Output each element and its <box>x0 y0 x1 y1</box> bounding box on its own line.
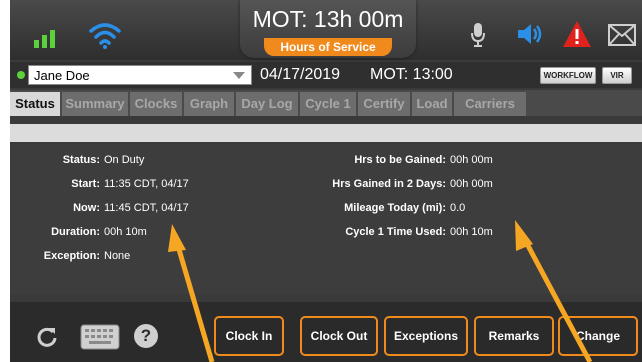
mot-value: MOT: 13:00 <box>370 66 453 83</box>
hrs-gained-2-days-label: Hrs Gained in 2 Days: <box>332 178 446 190</box>
mot-title: MOT: 13h 00m <box>252 6 404 32</box>
mileage-today-value: 0.0 <box>450 202 466 214</box>
mot-header: MOT: 13h 00m Hours of Service <box>240 0 416 58</box>
log-date: 04/17/2019 <box>260 66 341 83</box>
exception-label: Exception: <box>43 250 100 262</box>
cycle-1-time-used-label: Cycle 1 Time Used: <box>345 226 446 238</box>
duration-value: 00h 10m <box>104 226 147 238</box>
tab-clocks[interactable]: Clocks <box>130 92 182 116</box>
tab-bar: Status Summary Clocks Graph Day Log Cycl… <box>10 90 642 116</box>
driver-select[interactable]: Jane Doe <box>28 65 252 85</box>
exceptions-button[interactable]: Exceptions <box>384 316 468 356</box>
help-icon[interactable]: ? <box>134 324 158 348</box>
tab-load[interactable]: Load <box>412 92 452 116</box>
remarks-button[interactable]: Remarks <box>474 316 554 356</box>
start-label: Start: <box>71 178 100 190</box>
alert-triangle-icon[interactable] <box>562 20 592 48</box>
refresh-icon[interactable] <box>36 326 58 348</box>
now-value: 11:45 CDT, 04/17 <box>104 202 189 214</box>
top-status-bar: MOT: 13h 00m Hours of Service <box>10 0 642 60</box>
hrs-to-be-gained-value: 00h 00m <box>450 154 493 166</box>
status-panel: Status: On Duty Start: 11:35 CDT, 04/17 … <box>10 144 642 294</box>
clock-out-button[interactable]: Clock Out <box>300 316 378 356</box>
tab-graph[interactable]: Graph <box>184 92 234 116</box>
hours-of-service-tab[interactable]: Hours of Service <box>264 38 392 56</box>
chevron-down-icon <box>233 72 245 79</box>
keyboard-icon[interactable] <box>80 324 120 350</box>
speaker-icon[interactable] <box>516 22 544 46</box>
clock-in-button[interactable]: Clock In <box>214 316 284 356</box>
driver-row: Jane Doe 04/17/2019 MOT: 13:00 WORKFLOW … <box>10 62 642 88</box>
cycle-1-time-used-value: 00h 10m <box>450 226 493 238</box>
duration-label: Duration: <box>51 226 100 238</box>
online-status-dot <box>17 71 25 79</box>
tab-status[interactable]: Status <box>10 92 60 116</box>
eld-device-screen: MOT: 13h 00m Hours of Service Jane Doe 0… <box>10 0 642 362</box>
bottom-toolbar: ? Clock In Clock Out Exceptions Remarks … <box>10 302 642 362</box>
mileage-today-label: Mileage Today (mi): <box>344 202 446 214</box>
signal-bars-icon <box>34 30 55 48</box>
status-value: On Duty <box>104 154 145 166</box>
tab-cycle-1[interactable]: Cycle 1 <box>300 92 356 116</box>
exception-value: None <box>104 250 131 262</box>
hrs-to-be-gained-label: Hrs to be Gained: <box>354 154 446 166</box>
wifi-icon[interactable] <box>88 20 122 50</box>
hrs-gained-2-days-value: 00h 00m <box>450 178 493 190</box>
tab-certify[interactable]: Certify <box>358 92 410 116</box>
microphone-icon[interactable] <box>470 22 486 48</box>
workflow-button[interactable]: WORKFLOW <box>540 67 596 84</box>
mail-icon[interactable] <box>608 24 636 46</box>
status-strip <box>10 124 642 142</box>
start-value: 11:35 CDT, 04/17 <box>104 178 189 190</box>
tab-carriers[interactable]: Carriers <box>454 92 526 116</box>
status-label: Status: <box>62 154 100 166</box>
driver-name: Jane Doe <box>34 68 90 83</box>
vir-button[interactable]: VIR <box>602 67 632 84</box>
tab-day-log[interactable]: Day Log <box>236 92 298 116</box>
change-button[interactable]: Change <box>558 316 638 356</box>
tab-summary[interactable]: Summary <box>62 92 128 116</box>
now-label: Now: <box>73 202 100 214</box>
